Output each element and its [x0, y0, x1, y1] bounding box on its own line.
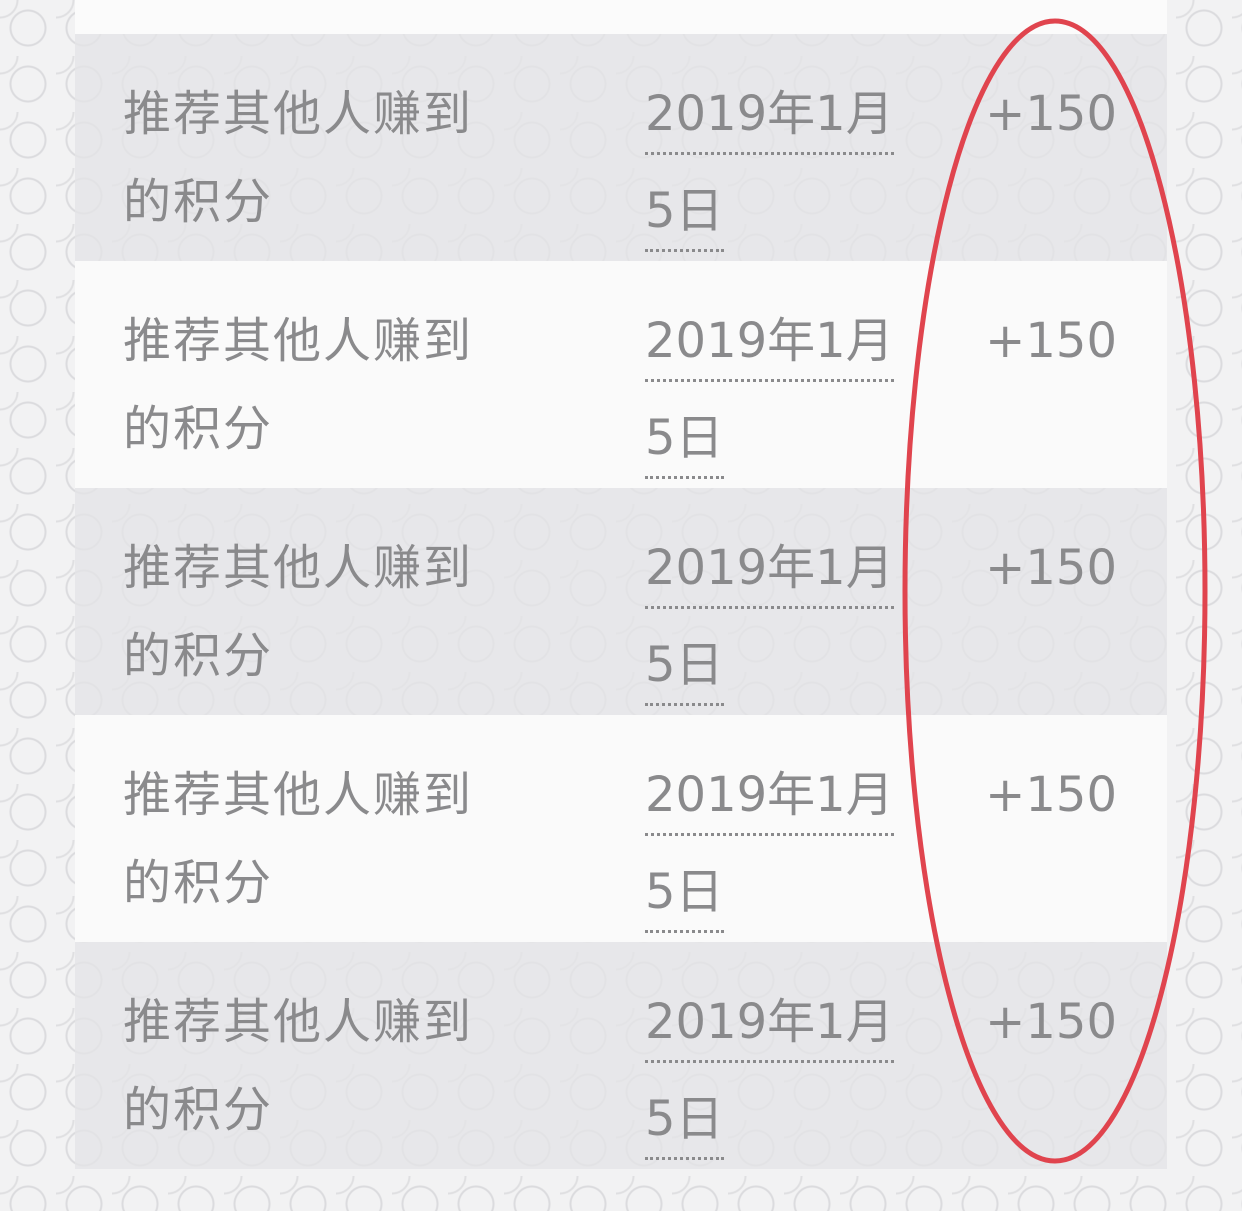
row-points: +150: [985, 313, 1117, 369]
description-line: 推荐其他人赚到: [123, 86, 474, 142]
row-description: 推荐其他人赚到 的积分: [123, 524, 523, 700]
table-row: 推荐其他人赚到 的积分 2019年1月 5日 +150: [75, 942, 1167, 1169]
row-date[interactable]: 2019年1月 5日: [645, 70, 915, 264]
description-line: 推荐其他人赚到: [123, 994, 474, 1050]
date-line[interactable]: 2019年1月: [645, 530, 894, 609]
row-date[interactable]: 2019年1月 5日: [645, 524, 915, 718]
row-description: 推荐其他人赚到 的积分: [123, 751, 523, 927]
row-date[interactable]: 2019年1月 5日: [645, 978, 915, 1172]
date-line[interactable]: 2019年1月: [645, 303, 894, 382]
description-line: 的积分: [123, 174, 274, 230]
date-line[interactable]: 2019年1月: [645, 76, 894, 155]
list-top-edge: [75, 0, 1167, 34]
row-date[interactable]: 2019年1月 5日: [645, 297, 915, 491]
description-line: 的积分: [123, 628, 274, 684]
row-points: +150: [985, 994, 1117, 1050]
date-line[interactable]: 5日: [645, 173, 724, 252]
row-points: +150: [985, 540, 1117, 596]
date-line[interactable]: 5日: [645, 854, 724, 933]
row-description: 推荐其他人赚到 的积分: [123, 297, 523, 473]
description-line: 的积分: [123, 401, 274, 457]
points-history-list: 推荐其他人赚到 的积分 2019年1月 5日 +150 推荐其他人赚到 的积分 …: [75, 0, 1167, 1169]
description-line: 推荐其他人赚到: [123, 540, 474, 596]
description-line: 推荐其他人赚到: [123, 767, 474, 823]
row-points: +150: [985, 86, 1117, 142]
date-line[interactable]: 5日: [645, 400, 724, 479]
table-row: 推荐其他人赚到 的积分 2019年1月 5日 +150: [75, 261, 1167, 488]
description-line: 的积分: [123, 855, 274, 911]
date-line[interactable]: 5日: [645, 627, 724, 706]
table-row: 推荐其他人赚到 的积分 2019年1月 5日 +150: [75, 488, 1167, 715]
description-line: 的积分: [123, 1082, 274, 1138]
table-row: 推荐其他人赚到 的积分 2019年1月 5日 +150: [75, 715, 1167, 942]
table-row: 推荐其他人赚到 的积分 2019年1月 5日 +150: [75, 34, 1167, 261]
date-line[interactable]: 2019年1月: [645, 984, 894, 1063]
description-line: 推荐其他人赚到: [123, 313, 474, 369]
date-line[interactable]: 5日: [645, 1081, 724, 1160]
row-date[interactable]: 2019年1月 5日: [645, 751, 915, 945]
row-points: +150: [985, 767, 1117, 823]
row-description: 推荐其他人赚到 的积分: [123, 978, 523, 1154]
date-line[interactable]: 2019年1月: [645, 757, 894, 836]
row-description: 推荐其他人赚到 的积分: [123, 70, 523, 246]
